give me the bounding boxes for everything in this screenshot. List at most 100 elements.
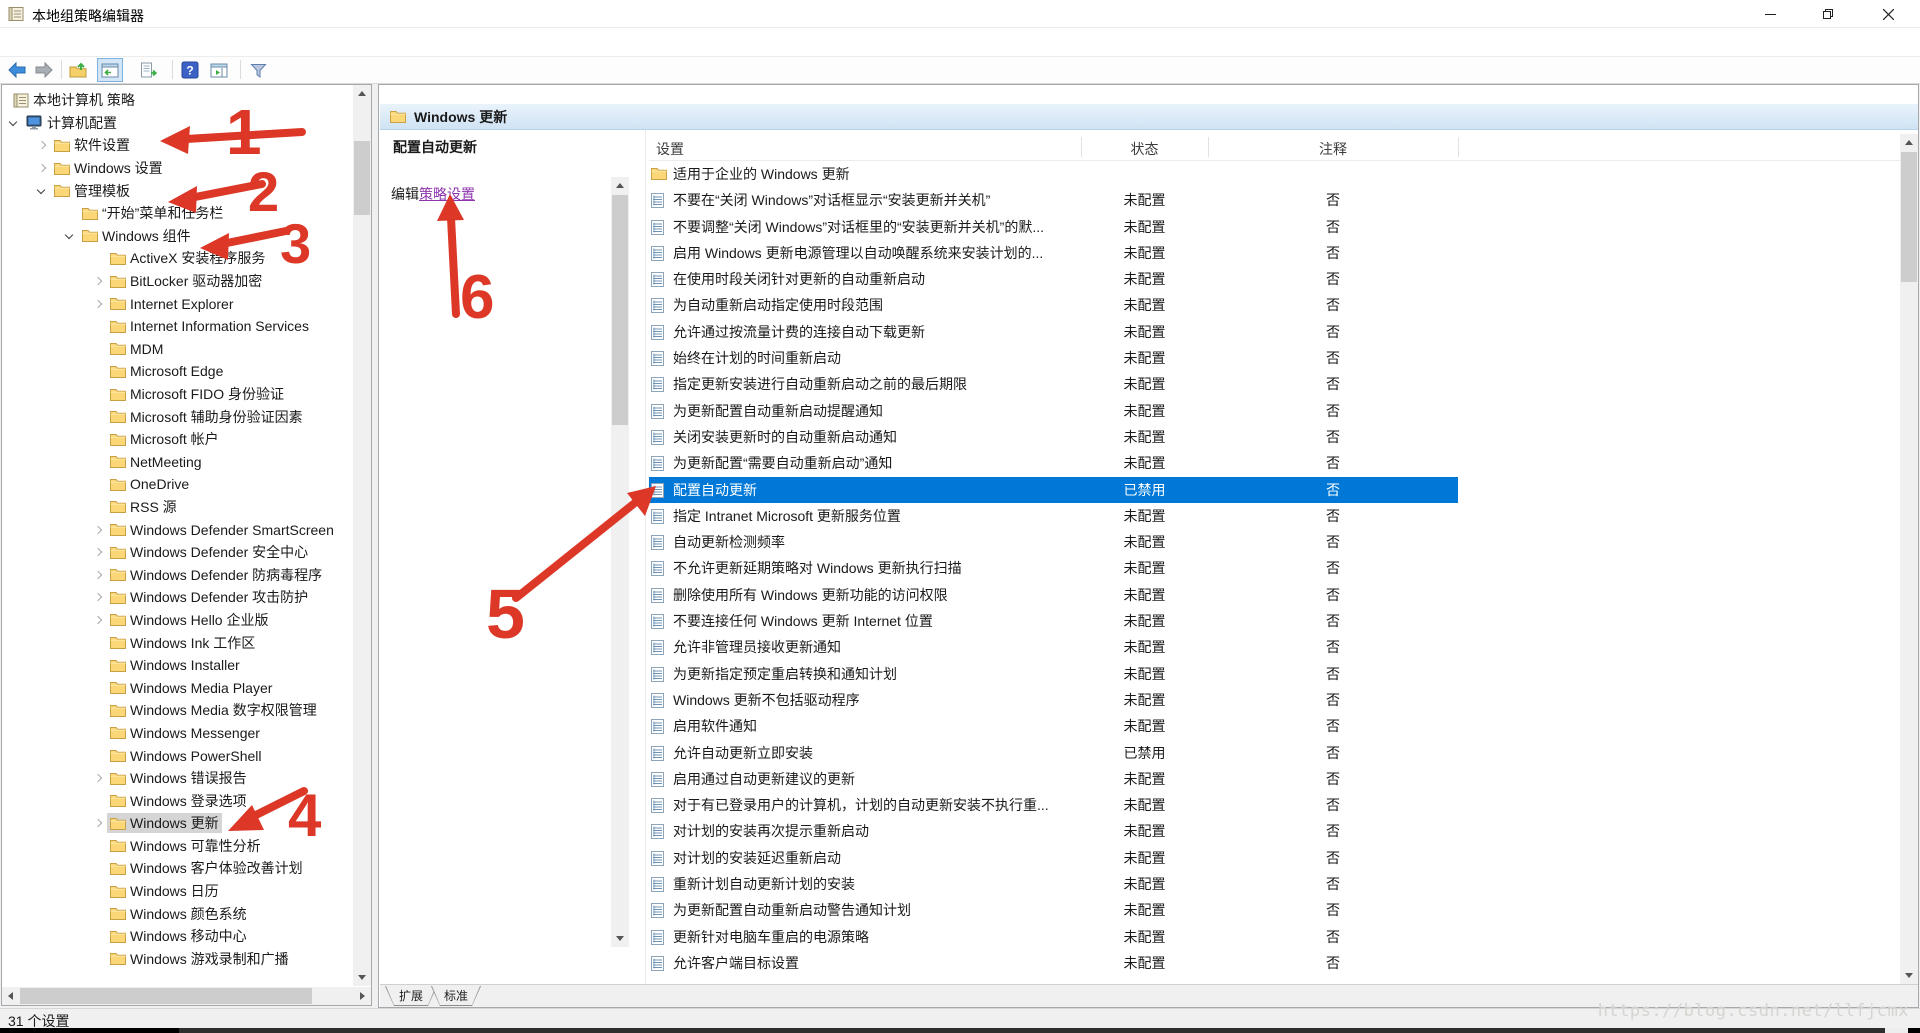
tree-item[interactable]: Windows Ink 工作区 [2,631,353,654]
scroll-down-button[interactable] [353,969,371,986]
setting-row[interactable]: 适用于企业的 Windows 更新 [649,161,1900,187]
tree-item[interactable]: Windows 移动中心 [2,925,353,948]
expander-icon[interactable] [89,543,107,561]
tree-item[interactable]: Internet Explorer [2,292,353,315]
tree-item[interactable]: 管理模板 [2,179,353,202]
expander-icon[interactable] [89,701,107,719]
expander-icon[interactable] [89,882,107,900]
tree-item[interactable]: Internet Information Services [2,315,353,338]
setting-row[interactable]: 指定更新安装进行自动重新启动之前的最后期限 未配置 否 [649,371,1900,397]
expander-icon[interactable] [89,340,107,358]
setting-row[interactable]: 为更新配置“需要自动重新启动”通知 未配置 否 [649,450,1900,476]
expander-icon[interactable] [89,362,107,380]
setting-row[interactable]: 不要在“关闭 Windows”对话框显示“安装更新并关机” 未配置 否 [649,187,1900,213]
expander-icon[interactable] [89,769,107,787]
tree-item[interactable]: Windows 组件 [2,225,353,248]
column-comment[interactable]: 注释 [1208,139,1458,159]
tree-item[interactable]: Windows 日历 [2,880,353,903]
scroll-thumb[interactable] [354,141,370,215]
expander-icon[interactable] [89,679,107,697]
setting-row[interactable]: 启用通过自动更新建议的更新 未配置 否 [649,766,1900,792]
setting-row[interactable]: 重新计划自动更新计划的安装 未配置 否 [649,871,1900,897]
expander-icon[interactable] [89,295,107,313]
setting-row[interactable]: 在使用时段关闭针对更新的自动重新启动 未配置 否 [649,266,1900,292]
expander-icon[interactable] [89,927,107,945]
expander-icon[interactable] [89,453,107,471]
setting-row[interactable]: 为自动重新启动指定使用时段范围 未配置 否 [649,292,1900,318]
expander-icon[interactable] [61,227,79,245]
export-list-button[interactable] [136,58,162,82]
expander-icon[interactable] [89,588,107,606]
tree-item[interactable]: Windows Hello 企业版 [2,609,353,632]
scroll-down-button[interactable] [1900,967,1918,984]
tree-item[interactable]: NetMeeting [2,451,353,474]
setting-row[interactable]: 自动更新检测频率 未配置 否 [649,529,1900,555]
column-status[interactable]: 状态 [1081,139,1208,159]
column-separator[interactable] [1081,137,1082,157]
tree-item[interactable]: Windows Media Player [2,676,353,699]
tree-item[interactable]: 软件设置 [2,134,353,157]
expander-icon[interactable] [61,204,79,222]
tab-extended[interactable]: 扩展 [385,986,437,1006]
setting-row[interactable]: 对计划的安装延迟重新启动 未配置 否 [649,845,1900,871]
help-button[interactable]: ? [177,58,203,82]
setting-row[interactable]: 不要连接任何 Windows 更新 Internet 位置 未配置 否 [649,608,1900,634]
expander-icon[interactable] [89,272,107,290]
forward-button[interactable] [31,58,57,82]
expander-icon[interactable] [89,566,107,584]
expander-icon[interactable] [33,136,51,154]
setting-row[interactable]: 允许非管理员接收更新通知 未配置 否 [649,634,1900,660]
scroll-up-button[interactable] [353,85,371,102]
setting-row[interactable]: 不要调整“关闭 Windows”对话框里的“安装更新并关机”的默... 未配置 … [649,214,1900,240]
tree-item[interactable]: Windows Defender 安全中心 [2,541,353,564]
tree-item[interactable]: Windows Installer [2,654,353,677]
tree-item[interactable]: Microsoft Edge [2,360,353,383]
tree-item[interactable]: Windows 更新 [2,812,353,835]
expander-icon[interactable] [89,814,107,832]
restore-button[interactable] [1805,0,1851,28]
expander-icon[interactable] [33,182,51,200]
scroll-thumb[interactable] [1901,152,1917,282]
tree-item[interactable]: Microsoft FIDO 身份验证 [2,383,353,406]
setting-row[interactable]: 启用 Windows 更新电源管理以自动唤醒系统来安装计划的... 未配置 否 [649,240,1900,266]
setting-row[interactable]: 更新针对电脑车重启的电源策略 未配置 否 [649,924,1900,950]
expander-icon[interactable] [89,521,107,539]
setting-row[interactable]: 始终在计划的时间重新启动 未配置 否 [649,345,1900,371]
tree-item[interactable]: Windows Defender 防病毒程序 [2,563,353,586]
scroll-up-button[interactable] [611,177,629,194]
expander-icon[interactable] [89,837,107,855]
setting-row[interactable]: 删除使用所有 Windows 更新功能的访问权限 未配置 否 [649,582,1900,608]
console-tree-toggle-button[interactable] [97,58,123,82]
tree-item[interactable]: RSS 源 [2,496,353,519]
tab-standard[interactable]: 标准 [431,986,481,1006]
expander-icon[interactable] [89,475,107,493]
column-setting[interactable]: 设置 [656,139,684,159]
tree-item[interactable]: 计算机配置 [2,112,353,135]
tree-item[interactable]: Windows 客户体验改善计划 [2,857,353,880]
expander-icon[interactable] [89,408,107,426]
setting-row[interactable]: 允许自动更新立即安装 已禁用 否 [649,740,1900,766]
tree-item[interactable]: Windows Messenger [2,722,353,745]
tree-item[interactable]: 本地计算机 策略 [2,89,353,112]
setting-row[interactable]: 为更新配置自动重新启动警告通知计划 未配置 否 [649,897,1900,923]
expander-icon[interactable] [89,950,107,968]
expander-icon[interactable] [89,611,107,629]
tree-item[interactable]: MDM [2,338,353,361]
column-separator[interactable] [1458,137,1459,157]
setting-row[interactable]: 对于有已登录用户的计算机，计划的自动更新安装不执行重... 未配置 否 [649,792,1900,818]
expander-icon[interactable] [89,724,107,742]
setting-row[interactable]: 对计划的安装再次提示重新启动 未配置 否 [649,818,1900,844]
close-button[interactable] [1865,0,1911,28]
expander-icon[interactable] [89,792,107,810]
expander-icon[interactable] [89,859,107,877]
tree-item[interactable]: Microsoft 帐户 [2,428,353,451]
tree-item[interactable]: Windows PowerShell [2,744,353,767]
tree-item[interactable]: “开始”菜单和任务栏 [2,202,353,225]
filter-button[interactable] [245,58,271,82]
scroll-thumb[interactable] [612,195,628,425]
policy-settings-link[interactable]: 策略设置 [419,186,475,202]
setting-row[interactable]: 允许客户端目标设置 未配置 否 [649,950,1900,976]
tree-item[interactable]: Windows 游戏录制和广播 [2,948,353,971]
tree-item[interactable]: Windows 错误报告 [2,767,353,790]
menu-item[interactable] [66,38,86,46]
